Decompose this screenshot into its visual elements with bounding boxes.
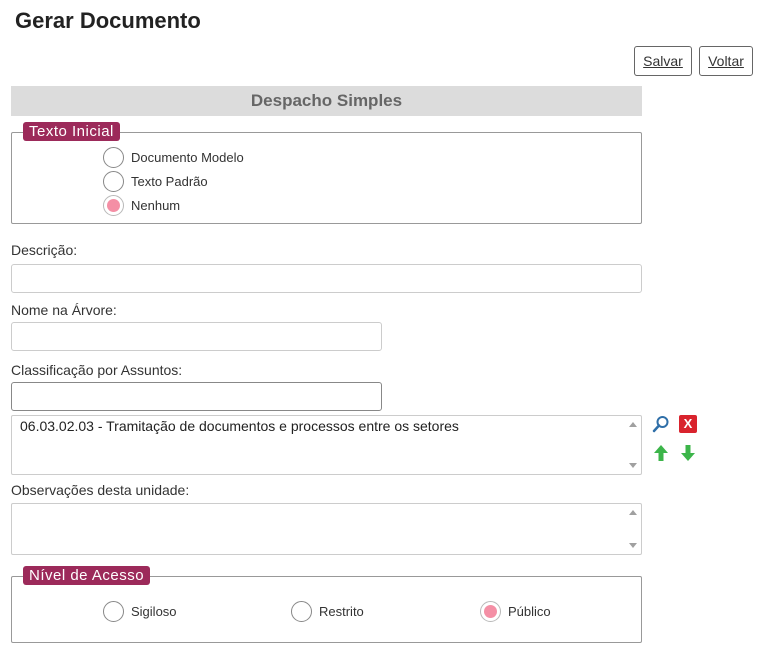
observacoes-textarea[interactable] xyxy=(11,503,642,555)
radio-sigiloso[interactable]: Sigiloso xyxy=(103,601,177,622)
page-title: Gerar Documento xyxy=(15,8,201,33)
radio-label: Documento Modelo xyxy=(131,150,244,165)
radio-button[interactable] xyxy=(291,601,312,622)
scroll-down-icon[interactable] xyxy=(629,463,637,468)
magnifier-icon[interactable] xyxy=(651,414,671,434)
scroll-up-icon[interactable] xyxy=(629,510,637,515)
classificacao-input[interactable] xyxy=(11,382,382,411)
radio-button[interactable] xyxy=(103,147,124,168)
nome-arvore-label: Nome na Árvore: xyxy=(11,302,117,318)
radio-button[interactable] xyxy=(103,171,124,192)
remove-x-icon[interactable]: X xyxy=(678,414,698,434)
nome-arvore-input[interactable] xyxy=(11,322,382,351)
scroll-down-icon[interactable] xyxy=(629,543,637,548)
arrow-up-icon[interactable] xyxy=(651,443,671,463)
radio-button-selected[interactable] xyxy=(103,195,124,216)
section-title: Despacho Simples xyxy=(11,86,642,116)
radio-label: Restrito xyxy=(319,604,364,619)
save-button[interactable]: Salvar xyxy=(634,46,692,76)
arrow-down-icon[interactable] xyxy=(678,443,698,463)
observacoes-label: Observações desta unidade: xyxy=(11,482,190,498)
texto-inicial-legend: Texto Inicial xyxy=(23,122,120,141)
radio-nenhum[interactable]: Nenhum xyxy=(103,195,180,216)
radio-label: Sigiloso xyxy=(131,604,177,619)
radio-button[interactable] xyxy=(103,601,124,622)
radio-texto-padrao[interactable]: Texto Padrão xyxy=(103,171,208,192)
textarea-scrollbar[interactable] xyxy=(625,504,641,554)
radio-label: Público xyxy=(508,604,551,619)
descricao-input[interactable] xyxy=(11,264,642,293)
radio-label: Nenhum xyxy=(131,198,181,213)
classificacao-list[interactable]: 06.03.02.03 - Tramitação de documentos e… xyxy=(11,415,642,475)
classificacao-label: Classificação por Assuntos: xyxy=(11,362,183,378)
nivel-acesso-legend: Nível de Acesso xyxy=(23,566,151,585)
radio-restrito[interactable]: Restrito xyxy=(291,601,364,622)
radio-documento-modelo[interactable]: Documento Modelo xyxy=(103,147,244,168)
descricao-label: Descrição: xyxy=(11,242,78,258)
radio-label: Texto Padrão xyxy=(131,174,208,189)
list-item[interactable]: 06.03.02.03 - Tramitação de documentos e… xyxy=(20,418,459,434)
scroll-up-icon[interactable] xyxy=(629,422,637,427)
list-scrollbar[interactable] xyxy=(625,416,641,474)
back-button[interactable]: Voltar xyxy=(699,46,753,76)
radio-publico[interactable]: Público xyxy=(480,601,551,622)
radio-button-selected[interactable] xyxy=(480,601,501,622)
